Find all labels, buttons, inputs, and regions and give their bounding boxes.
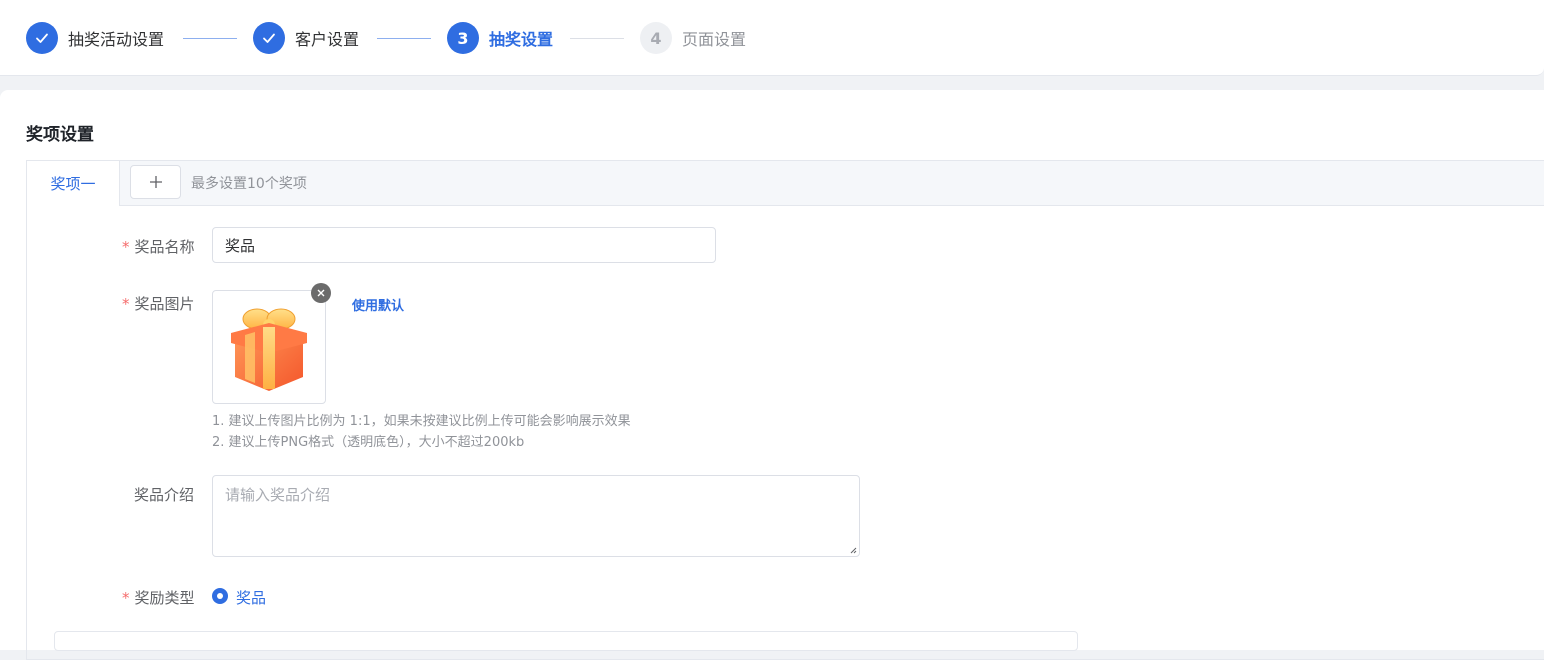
tabs-header: 奖项一 最多设置10个奖项 — [27, 161, 1544, 206]
prize-desc-label: 奖品介绍 — [134, 486, 195, 504]
step-4[interactable]: 4 页面设置 — [640, 22, 746, 54]
prize-name-label: * 奖品名称 — [122, 238, 195, 256]
prize-name-input[interactable]: 奖品 — [212, 227, 716, 263]
prize-image-upload[interactable] — [212, 290, 326, 404]
prize-desc-placeholder: 请输入奖品介绍 — [225, 486, 331, 504]
step-1-label: 抽奖活动设置 — [68, 30, 165, 49]
step-3-number: 3 — [447, 22, 479, 54]
step-1[interactable]: 抽奖活动设置 — [26, 22, 164, 54]
prize-image-label: * 奖品图片 — [122, 295, 195, 313]
steps-bar: 抽奖活动设置 客户设置 3 抽奖设置 4 页面设置 — [0, 0, 1544, 76]
section-title: 奖项设置 — [26, 125, 94, 145]
reward-type-radio[interactable] — [212, 588, 228, 604]
step-connector — [570, 38, 624, 39]
step-4-label: 页面设置 — [682, 30, 747, 49]
tab-limit-hint: 最多设置10个奖项 — [191, 176, 307, 192]
step-2[interactable]: 客户设置 — [253, 22, 359, 54]
step-connector — [183, 38, 237, 39]
step-3-label: 抽奖设置 — [489, 30, 554, 49]
plus-icon — [149, 176, 162, 188]
tab-prize-1[interactable]: 奖项一 — [27, 161, 120, 206]
step-connector — [377, 38, 431, 39]
remove-image-button[interactable] — [311, 283, 331, 303]
reward-type-label: * 奖励类型 — [122, 589, 195, 607]
step-3[interactable]: 3 抽奖设置 — [447, 22, 553, 54]
use-default-link[interactable]: 使用默认 — [352, 295, 404, 314]
image-hint-2: 2. 建议上传PNG格式（透明底色），大小不超过200kb — [212, 435, 525, 450]
gift-box-icon — [231, 308, 307, 391]
check-icon — [253, 22, 285, 54]
resize-grip-icon[interactable] — [849, 546, 857, 554]
step-4-number: 4 — [640, 22, 672, 54]
image-hint-1: 1. 建议上传图片比例为 1:1，如果未按建议比例上传可能会影响展示效果 — [212, 414, 631, 429]
next-section-box — [54, 631, 1078, 651]
close-icon — [317, 289, 325, 297]
prize-desc-textarea[interactable]: 请输入奖品介绍 — [212, 475, 860, 557]
check-icon — [26, 22, 58, 54]
step-2-label: 客户设置 — [295, 30, 360, 49]
add-prize-button[interactable] — [130, 165, 181, 199]
reward-type-option[interactable]: 奖品 — [236, 587, 266, 608]
